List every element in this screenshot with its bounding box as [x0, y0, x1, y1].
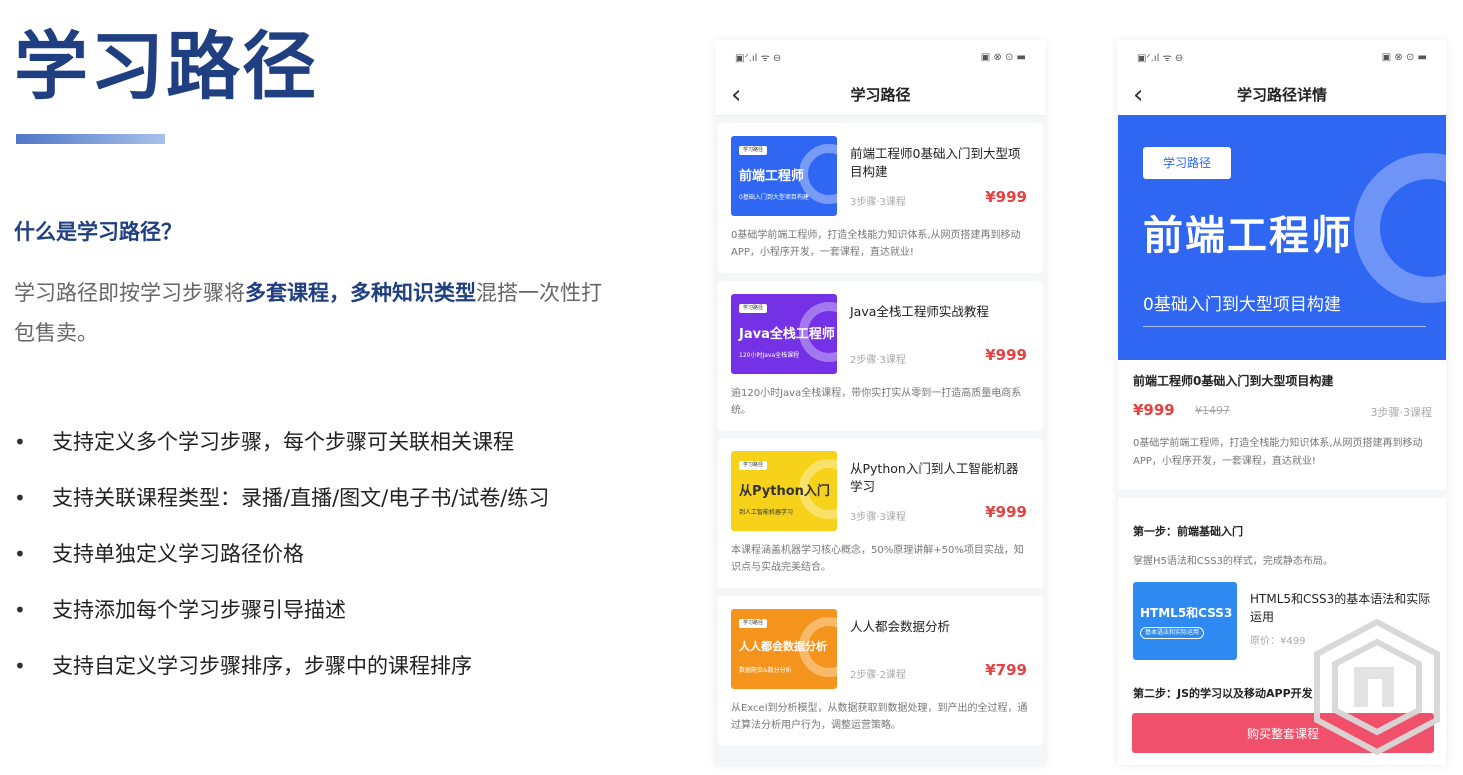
course-price: ¥799 — [985, 661, 1027, 679]
feature-item: • 支持单独定义学习路径价格 — [14, 536, 549, 592]
status-bar: ▣ᐟ.ıl ᯤ ⊖ ▣ ⊗ ⊙ ▬ — [715, 40, 1046, 74]
nav-bar: ‹ 学习路径详情 — [1117, 74, 1447, 116]
feature-text: 支持关联课程类型：录播/直播/图文/电子书/试卷/练习 — [52, 486, 550, 510]
step-cover-title: HTML5和CSS3 — [1140, 606, 1233, 620]
bullet: • — [14, 486, 26, 510]
course-title: 前端工程师0基础入门到大型项目构建 — [1133, 374, 1334, 388]
status-icons-left: ▣ᐟ.ıl ᯤ ⊖ — [735, 53, 782, 64]
step-desc: 掌握H5语法和CSS3的样式，完成静态布局。 — [1133, 556, 1333, 567]
course-meta: 2步骤·3课程 — [850, 355, 906, 366]
bullet: • — [14, 598, 26, 622]
cover-tag: 学习路径 — [739, 619, 767, 628]
hero-title: 前端工程师 — [1143, 213, 1353, 259]
cover-title: 前端工程师 — [739, 169, 805, 184]
cover-title: Java全栈工程师 — [739, 327, 835, 342]
course-meta: 3步骤·3课程 — [850, 512, 906, 523]
step-cover-subtitle: 基本语法和实际运用 — [1140, 627, 1205, 639]
nav-bar: ‹ 学习路径 — [715, 74, 1046, 116]
description-highlight: 多套课程，多种知识类型 — [245, 281, 476, 305]
cover-subtitle: 0基础入门到大型项目构建 — [739, 194, 809, 201]
what-is-heading: 什么是学习路径？ — [14, 220, 182, 244]
course-title: 从Python入门到人工智能机器学习 — [850, 461, 1019, 494]
feature-list: • 支持定义多个学习步骤，每个步骤可关联相关课程 • 支持关联课程类型：录播/直播/… — [14, 424, 549, 704]
course-card[interactable]: 学习路径 从Python入门 到人工智能机器学习 从Python入门到人工智能机… — [718, 438, 1043, 588]
feature-text: 支持自定义学习步骤排序，步骤中的课程排序 — [52, 654, 472, 678]
status-bar: ▣ᐟ.ıl ᯤ ⊖ ▣ ⊗ ⊙ ▬ — [1117, 40, 1447, 74]
list-phone-screen: ▣ᐟ.ıl ᯤ ⊖ ▣ ⊗ ⊙ ▬ ‹ 学习路径 学习路径 前端工程师 0基础入… — [715, 40, 1046, 765]
hero-ring-decoration — [1354, 153, 1446, 303]
course-title: Java全栈工程师实战教程 — [850, 304, 989, 319]
status-icons-right: ▣ ⊗ ⊙ ▬ — [1381, 51, 1427, 63]
cover-tag: 学习路径 — [739, 461, 767, 470]
course-info: 前端工程师0基础入门到大型项目构建 ¥999 ¥1497 3步骤·3课程 0基础… — [1118, 360, 1446, 490]
course-title: 人人都会数据分析 — [850, 619, 951, 634]
course-cover: 学习路径 人人都会数据分析 数据爬虫&数分分析 — [731, 609, 837, 689]
course-cover: 学习路径 从Python入门 到人工智能机器学习 — [731, 451, 837, 531]
course-desc: 逾120小时Java全栈课程，带你实打实从零到一打造高质量电商系统。 — [731, 388, 1022, 416]
course-desc: 0基础学前端工程师，打造全栈能力知识体系,从网页搭建再到移动APP，小程序开发，… — [1133, 438, 1423, 467]
course-desc: 0基础学前端工程师，打造全栈能力知识体系,从网页搭建再到移动APP，小程序开发，… — [731, 230, 1021, 258]
course-card[interactable]: 学习路径 前端工程师 0基础入门到大型项目构建 前端工程师0基础入门到大型项目构… — [718, 123, 1043, 273]
feature-text: 支持单独定义学习路径价格 — [52, 542, 304, 566]
course-cover: 学习路径 Java全栈工程师 120小时Java全栈课程 — [731, 294, 837, 374]
course-desc: 本课程涵盖机器学习核心概念，50%原理讲解+50%项目实战，知识点与实战完美结合… — [731, 545, 1024, 573]
step-course-cover[interactable]: HTML5和CSS3 基本语法和实际运用 — [1133, 582, 1237, 660]
feature-text: 支持添加每个学习步骤引导描述 — [52, 598, 346, 622]
cover-title: 从Python入门 — [739, 484, 830, 499]
cover-tag: 学习路径 — [739, 304, 767, 313]
hero-subtitle: 0基础入门到大型项目构建 — [1143, 295, 1341, 315]
watermark-logo-icon — [1314, 618, 1440, 756]
course-meta: 2步骤·2课程 — [850, 670, 906, 681]
bullet: • — [14, 654, 26, 678]
status-icons-left: ▣ᐟ.ıl ᯤ ⊖ — [1137, 53, 1184, 64]
description: 学习路径即按学习步骤将多套课程，多种知识类型混搭一次性打包售卖。 — [14, 273, 614, 353]
course-price: ¥999 — [1133, 401, 1175, 419]
bullet: • — [14, 542, 26, 566]
feature-item: • 支持自定义学习步骤排序，步骤中的课程排序 — [14, 648, 549, 704]
back-arrow-icon[interactable]: ‹ — [731, 80, 741, 110]
nav-title: 学习路径详情 — [1236, 86, 1327, 104]
cover-subtitle: 到人工智能机器学习 — [739, 509, 794, 516]
course-card[interactable]: 学习路径 Java全栈工程师 120小时Java全栈课程 Java全栈工程师实战… — [718, 281, 1043, 431]
course-price: ¥999 — [985, 503, 1027, 521]
cover-tag: 学习路径 — [739, 146, 767, 155]
description-part1: 学习路径即按学习步骤将 — [14, 281, 245, 305]
cover-subtitle: 数据爬虫&数分分析 — [739, 667, 792, 674]
step-title: 第一步：前端基础入门 — [1133, 525, 1243, 538]
step-title: 第二步：JS的学习以及移动APP开发 — [1133, 687, 1313, 700]
feature-item: • 支持关联课程类型：录播/直播/图文/电子书/试卷/练习 — [14, 480, 549, 536]
step-course-price: 原价：¥499 — [1250, 636, 1306, 647]
course-meta: 3步骤·3课程 — [1370, 406, 1433, 419]
course-price: ¥999 — [985, 188, 1027, 206]
feature-item: • 支持添加每个学习步骤引导描述 — [14, 592, 549, 648]
course-title: 前端工程师0基础入门到大型项目构建 — [850, 146, 1021, 179]
course-meta: 3步骤·3课程 — [850, 197, 906, 208]
bullet: • — [14, 430, 26, 454]
hero-banner: 学习路径 前端工程师 0基础入门到大型项目构建 — [1118, 115, 1446, 360]
hero-divider — [1143, 326, 1426, 327]
hero-tag: 学习路径 — [1143, 147, 1231, 179]
slide-title: 学习路径 — [14, 24, 318, 110]
nav-title: 学习路径 — [850, 86, 911, 104]
course-cover: 学习路径 前端工程师 0基础入门到大型项目构建 — [731, 136, 837, 216]
title-underline — [16, 134, 165, 144]
course-desc: 从Excel到分析模型，从数据获取到数据处理，到产出的全过程，通过算法分析用户行… — [731, 703, 1028, 731]
cover-title: 人人都会数据分析 — [739, 640, 827, 653]
cover-subtitle: 120小时Java全栈课程 — [739, 352, 800, 359]
course-card[interactable]: 学习路径 人人都会数据分析 数据爬虫&数分分析 人人都会数据分析 2步骤·2课程… — [718, 596, 1043, 746]
feature-item: • 支持定义多个学习步骤，每个步骤可关联相关课程 — [14, 424, 549, 480]
status-icons-right: ▣ ⊗ ⊙ ▬ — [980, 51, 1026, 63]
feature-text: 支持定义多个学习步骤，每个步骤可关联相关课程 — [52, 430, 514, 454]
original-price: ¥1497 — [1195, 404, 1230, 417]
course-price: ¥999 — [985, 346, 1027, 364]
back-arrow-icon[interactable]: ‹ — [1133, 80, 1143, 110]
